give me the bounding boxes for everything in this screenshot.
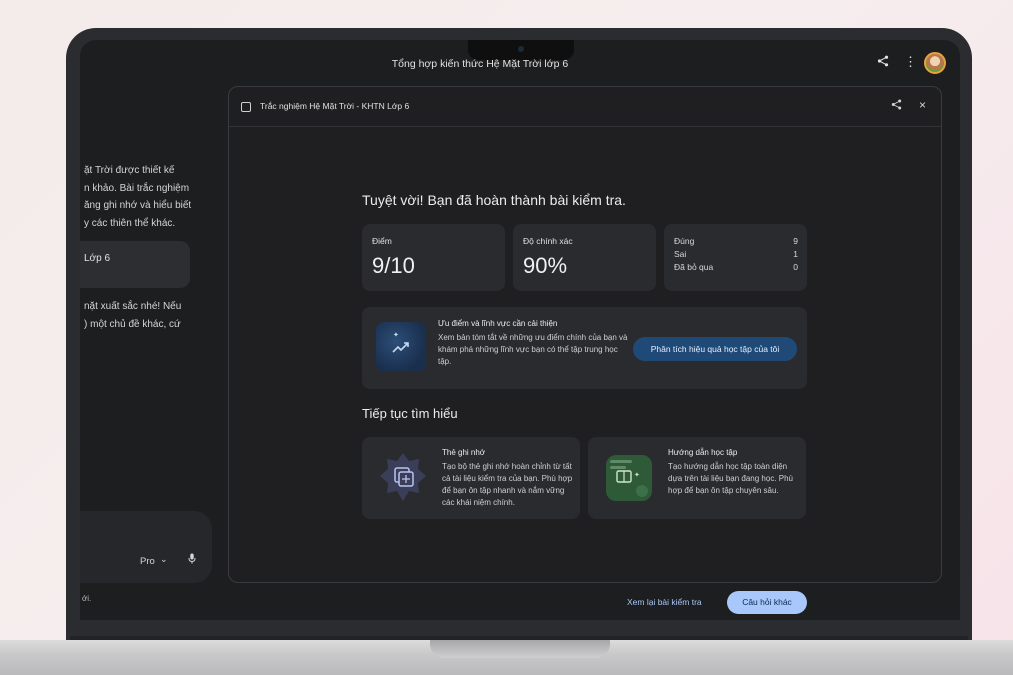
mic-icon[interactable] (188, 553, 196, 567)
panel-divider (229, 126, 941, 127)
analyze-performance-button[interactable]: Phân tích hiệu quả học tập của tôi (633, 337, 797, 361)
flashcards-icon (376, 449, 430, 507)
chat-line: n khảo. Bài trắc nghiệm (84, 182, 190, 194)
chat-message-2: nặt xuất sắc nhé! Nếu ) một chủ đề khác,… (84, 298, 181, 333)
panel-header: Trắc nghiệm Hệ Mặt Trời - KHTN Lớp 6 × (229, 87, 941, 127)
tally-wrong: Sai 1 (674, 249, 798, 259)
disclaimer-text: ới. (82, 594, 92, 603)
insight-desc: Xem bản tóm tắt về những ưu điểm chính c… (438, 333, 628, 366)
accuracy-label: Độ chính xác (523, 236, 573, 246)
study-guide-title: Hướng dẫn học tập (668, 448, 738, 457)
flashcards-card[interactable]: Thẻ ghi nhớ Tạo bộ thẻ ghi nhớ hoàn chỉn… (362, 437, 580, 519)
share-icon[interactable] (877, 55, 889, 70)
chat-message-1: ặt Trời được thiết kế n khảo. Bài trắc n… (84, 162, 191, 232)
trending-up-icon: ✦ (376, 322, 426, 372)
quiz-chip-label: Lớp 6 (84, 253, 111, 264)
accuracy-card: Độ chính xác 90% (513, 224, 656, 291)
score-card: Điểm 9/10 (362, 224, 505, 291)
study-guide-desc: Tạo hướng dẫn học tập toàn diện dựa trên… (668, 462, 793, 495)
quiz-results-panel: Trắc nghiệm Hệ Mặt Trời - KHTN Lớp 6 × T… (228, 86, 942, 614)
chat-line: y các thiên thể khác. (84, 217, 176, 229)
tally-label: Sai (674, 249, 687, 259)
share-icon[interactable] (891, 99, 902, 113)
more-vert-icon[interactable]: ⋮ (904, 54, 917, 70)
screen: Tổng hợp kiến thức Hệ Mặt Trời lớp 6 ⋮ ặ… (80, 40, 960, 620)
prompt-input[interactable]: Pro ⌄ (80, 511, 212, 583)
laptop-base-notch (430, 640, 610, 658)
chat-line: nặt xuất sắc nhé! Nếu (84, 301, 182, 312)
chat-line: ặt Trời được thiết kế (84, 165, 175, 176)
svg-text:✦: ✦ (634, 471, 640, 479)
tally-value: 0 (793, 262, 798, 272)
camera-notch (468, 40, 574, 60)
quiz-doc-icon (241, 102, 251, 112)
insight-card: ✦ Ưu điểm và lĩnh vực cần cải thiện Xem … (362, 307, 807, 389)
insight-title: Ưu điểm và lĩnh vực cần cải thiện (438, 319, 558, 328)
flashcards-title: Thẻ ghi nhớ (442, 448, 486, 457)
score-value: 9/10 (372, 253, 415, 278)
chat-line: ) một chủ đề khác, cứ (84, 318, 181, 330)
tally-card: Đúng 9 Sai 1 Đã bỏ qua 0 (664, 224, 807, 291)
sparkle-icon: ✦ (393, 332, 399, 339)
tally-label: Đã bỏ qua (674, 262, 714, 272)
accuracy-value: 90% (523, 253, 568, 278)
score-label: Điểm (372, 236, 392, 246)
quiz-chip[interactable]: Lớp 6 (80, 241, 190, 288)
tally-label: Đúng (674, 236, 695, 246)
study-guide-icon: ✦ (602, 449, 656, 507)
tally-correct: Đúng 9 (674, 236, 798, 246)
study-guide-card[interactable]: ✦ Hướng dẫn học tập Tạo hướng dẫn học tậ… (588, 437, 806, 519)
other-questions-button[interactable]: Câu hỏi khác (727, 591, 807, 614)
continue-section-title: Tiếp tục tìm hiểu (362, 406, 458, 421)
camera-lens (518, 46, 524, 52)
avatar[interactable] (924, 52, 946, 74)
panel-title: Trắc nghiệm Hệ Mặt Trời - KHTN Lớp 6 (260, 101, 410, 111)
window-title: Tổng hợp kiến thức Hệ Mặt Trời lớp 6 (391, 58, 569, 70)
tally-value: 1 (793, 249, 798, 259)
close-icon[interactable]: × (919, 98, 926, 112)
tally-skipped: Đã bỏ qua 0 (674, 262, 798, 272)
model-selector-label[interactable]: Pro (140, 556, 155, 567)
flashcards-desc: Tạo bộ thẻ ghi nhớ hoàn chỉnh từ tất cả … (442, 462, 573, 507)
tally-value: 9 (793, 236, 798, 246)
review-quiz-button[interactable]: Xem lại bài kiểm tra (627, 597, 702, 607)
completion-headline: Tuyệt vời! Bạn đã hoàn thành bài kiểm tr… (362, 192, 626, 208)
chevron-down-icon[interactable]: ⌄ (160, 554, 168, 565)
chat-line: ăng ghi nhớ và hiểu biết (84, 200, 192, 211)
